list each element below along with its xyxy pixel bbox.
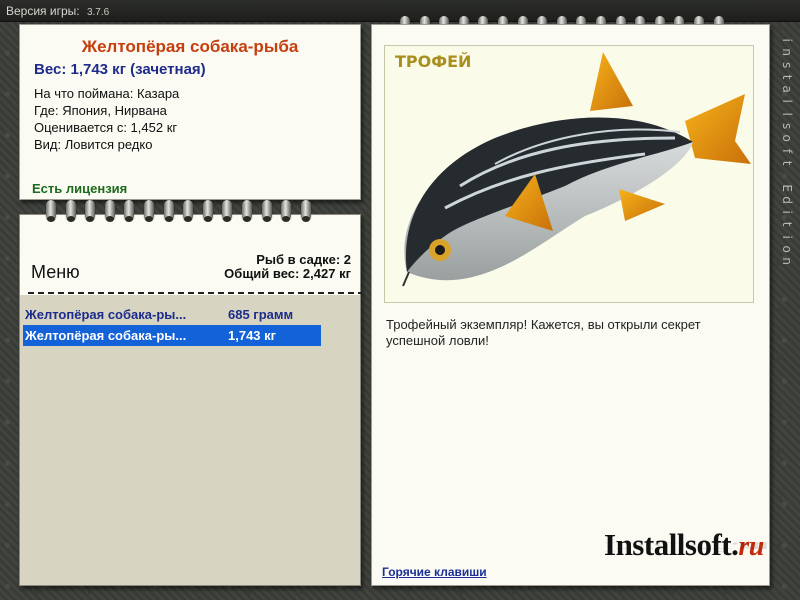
dashed-divider bbox=[28, 292, 362, 294]
trophy-panel: ТРОФЕЙ Трофейный экземпляр! Кажется, вы … bbox=[371, 24, 770, 586]
fish-title: Желтопёрая собака-рыба bbox=[81, 37, 299, 56]
fish-location: Где: Япония, Нирвана bbox=[34, 103, 167, 118]
pufferfish-image bbox=[402, 52, 751, 287]
catch-name: Желтопёрая собака-ры... bbox=[25, 307, 187, 322]
license-status: Есть лицензия bbox=[32, 181, 128, 196]
catch-list-item[interactable]: Желтопёрая собака-ры... 685 грамм bbox=[23, 304, 321, 325]
logo-reflection: Installsoft.ru bbox=[604, 539, 769, 555]
binder-ring-icon bbox=[44, 200, 58, 224]
trophy-description: Трофейный экземпляр! Кажется, вы открыли… bbox=[386, 317, 701, 348]
fish-bait: На что поймана: Казара bbox=[34, 86, 180, 101]
version-number: 3.7.6 bbox=[86, 7, 110, 18]
catch-weight: 685 грамм bbox=[228, 307, 294, 322]
fish-weight: Вес: 1,743 кг (зачетная) bbox=[34, 61, 206, 78]
catch-weight: 1,743 кг bbox=[228, 328, 277, 343]
binder-ring-icon bbox=[162, 200, 176, 224]
fish-rarity: Вид: Ловится редко bbox=[34, 137, 153, 152]
binder-ring-icon bbox=[279, 200, 293, 224]
catch-list-item-selected[interactable]: Желтопёрая собака-ры... 1,743 кг bbox=[23, 325, 321, 346]
version-label: Версия игры: bbox=[6, 4, 80, 18]
binder-ring-icon bbox=[64, 200, 78, 224]
basket-total-weight: Общий вес: 2,427 кг bbox=[224, 266, 351, 281]
trophy-image-frame: ТРОФЕЙ bbox=[384, 45, 754, 303]
binder-ring-icon bbox=[83, 200, 97, 224]
basket-count: Рыб в садке: 2 bbox=[256, 252, 351, 267]
binder-ring-icon bbox=[201, 200, 215, 224]
binder-ring-icon bbox=[103, 200, 117, 224]
binder-ring-icon bbox=[240, 200, 254, 224]
binder-rings bbox=[44, 200, 313, 224]
binder-ring-icon bbox=[122, 200, 136, 224]
basket-info: Рыб в садке: 2 Общий вес: 2,427 кг bbox=[224, 253, 351, 281]
fish-info-panel: Желтопёрая собака-рыба Вес: 1,743 кг (за… bbox=[19, 24, 361, 200]
menu-panel: Меню Рыб в садке: 2 Общий вес: 2,427 кг … bbox=[19, 214, 362, 586]
menu-button[interactable]: Меню bbox=[31, 262, 80, 283]
catch-name: Желтопёрая собака-ры... bbox=[25, 328, 187, 343]
menu-header: Меню Рыб в садке: 2 Общий вес: 2,427 кг bbox=[20, 215, 362, 295]
binder-ring-icon bbox=[181, 200, 195, 224]
watermark-char: n bbox=[780, 257, 795, 266]
binder-ring-icon bbox=[299, 200, 313, 224]
hotkeys-link[interactable]: Горячие клавиши bbox=[382, 565, 487, 579]
binder-ring-icon bbox=[220, 200, 234, 224]
side-watermark: installsoft Edition bbox=[780, 34, 794, 268]
fish-details: На что поймана: Казара Где: Япония, Нирв… bbox=[34, 85, 346, 153]
fish-valued-from: Оценивается с: 1,452 кг bbox=[34, 120, 178, 135]
binder-ring-icon bbox=[142, 200, 156, 224]
binder-ring-icon bbox=[260, 200, 274, 224]
